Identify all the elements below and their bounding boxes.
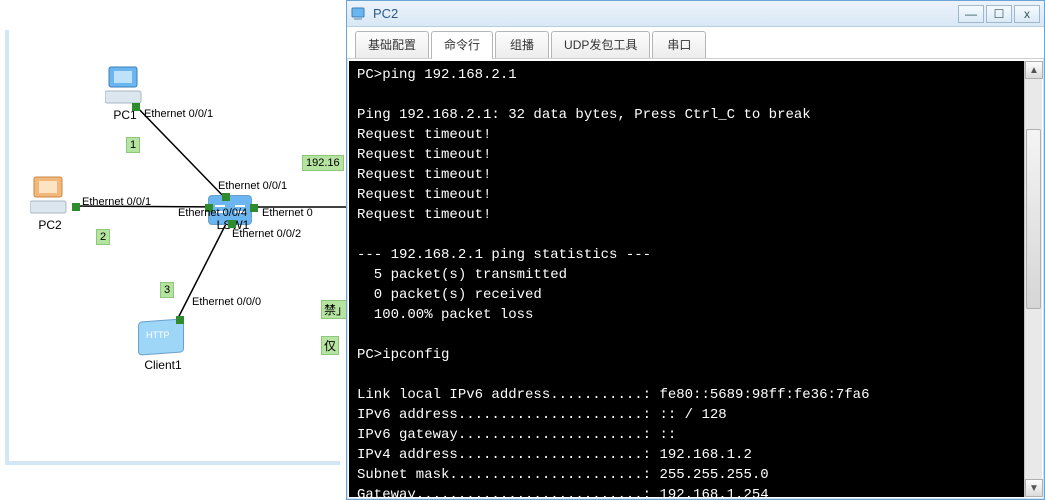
client1-icon-text: HTTP (146, 330, 170, 340)
pc2-port-marker (72, 203, 80, 211)
client1-label: Client1 (138, 358, 188, 372)
close-button[interactable]: x (1014, 5, 1040, 23)
tab-cli[interactable]: 命令行 (431, 31, 493, 59)
lsw1-port-up-marker (222, 193, 230, 201)
pc2-device[interactable] (30, 175, 70, 217)
pc-icon (30, 175, 70, 217)
pc2-label: PC2 (31, 218, 69, 232)
canvas-border (5, 30, 340, 465)
pc1-port-marker (132, 103, 140, 111)
scroll-down-button[interactable]: ▼ (1025, 479, 1043, 497)
ip-label-partial: 192.16 (302, 155, 344, 171)
lsw1-port-down: Ethernet 0/0/2 (232, 228, 301, 240)
note-2: 仅 (321, 336, 339, 355)
vlan-badge-3: 3 (160, 282, 174, 298)
pc2-port-label: Ethernet 0/0/1 (82, 196, 151, 208)
window-controls: — ☐ x (956, 5, 1040, 23)
terminal-output[interactable]: PC>ping 192.168.2.1 Ping 192.168.2.1: 32… (349, 61, 1024, 497)
lsw1-port-down-marker (228, 220, 236, 228)
scroll-thumb[interactable] (1026, 129, 1041, 309)
client1-port-marker (176, 316, 184, 324)
lsw1-port-left: Ethernet 0/0/4 (178, 207, 247, 219)
lsw1-port-right-marker (250, 204, 258, 212)
pc1-port-label: Ethernet 0/0/1 (144, 108, 213, 120)
lsw1-port-right: Ethernet 0 (262, 207, 313, 219)
client1-port-label: Ethernet 0/0/0 (192, 296, 261, 308)
scroll-track[interactable] (1025, 79, 1042, 479)
vlan-badge-2: 2 (96, 229, 110, 245)
window-title: PC2 (373, 6, 956, 21)
scrollbar[interactable]: ▲ ▼ (1024, 61, 1042, 497)
tabbar: 基础配置 命令行 组播 UDP发包工具 串口 (347, 27, 1044, 59)
terminal-area: PC>ping 192.168.2.1 Ping 192.168.2.1: 32… (349, 61, 1042, 497)
titlebar[interactable]: PC2 — ☐ x (347, 1, 1044, 27)
app-icon (351, 6, 367, 22)
lsw1-port-up: Ethernet 0/0/1 (218, 180, 287, 192)
tab-udp-tool[interactable]: UDP发包工具 (551, 31, 650, 58)
pc-icon (105, 65, 145, 107)
pc1-device[interactable] (105, 65, 145, 107)
vlan-badge-1: 1 (126, 137, 140, 153)
pc2-window[interactable]: PC2 — ☐ x 基础配置 命令行 组播 UDP发包工具 串口 PC>ping… (346, 0, 1045, 500)
scroll-up-button[interactable]: ▲ (1025, 61, 1043, 79)
maximize-button[interactable]: ☐ (986, 5, 1012, 23)
minimize-button[interactable]: — (958, 5, 984, 23)
tab-basic-config[interactable]: 基础配置 (355, 31, 429, 58)
tab-serial[interactable]: 串口 (652, 31, 706, 58)
tab-multicast[interactable]: 组播 (495, 31, 549, 58)
